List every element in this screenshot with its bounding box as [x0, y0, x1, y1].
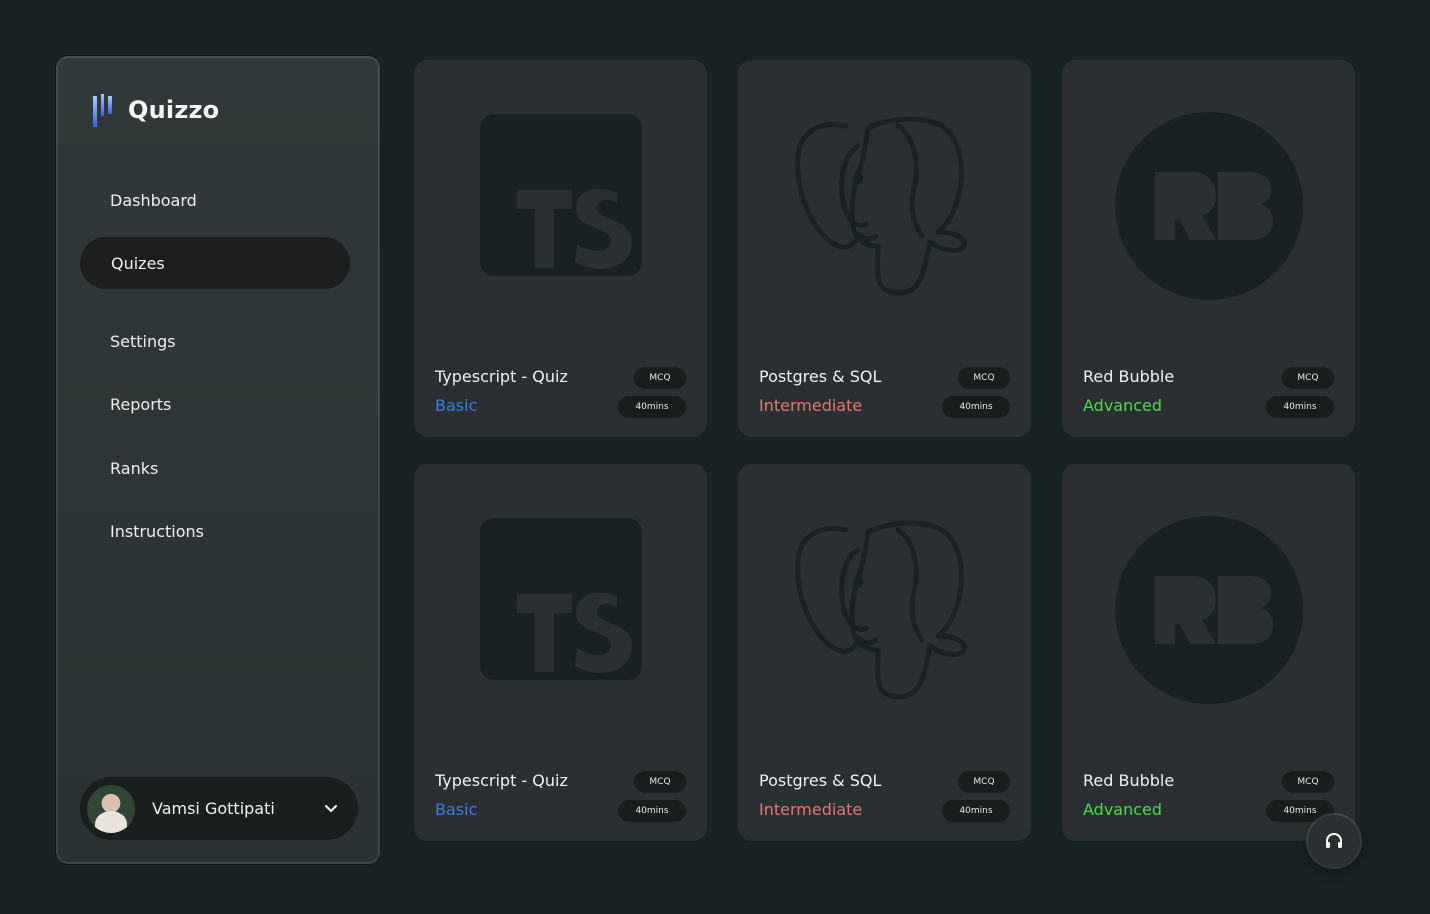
quiz-type-badge: MCQ — [958, 367, 1010, 389]
headset-support-icon — [1326, 832, 1342, 848]
quiz-card-postgres[interactable]: Postgres & SQL Intermediate MCQ 40mins — [738, 60, 1031, 437]
quiz-type-badge: MCQ — [1282, 367, 1334, 389]
quiz-duration-badge: 40mins — [942, 396, 1010, 418]
sidebar-item-reports[interactable]: Reports — [80, 378, 350, 430]
sidebar-item-label: Dashboard — [110, 190, 197, 210]
app-name: Quizzo — [128, 96, 220, 124]
quiz-card-postgres[interactable]: Postgres & SQL Intermediate MCQ 40mins — [738, 464, 1031, 841]
quiz-card-redbubble[interactable]: Red Bubble Advanced MCQ 40mins — [1062, 464, 1355, 841]
quiz-duration-badge: 40mins — [942, 800, 1010, 822]
quiz-type-badge: MCQ — [1282, 771, 1334, 793]
user-menu[interactable]: Vamsi Gottipati — [80, 777, 358, 840]
typescript-logo-icon — [480, 518, 642, 680]
sidebar-item-instructions[interactable]: Instructions — [80, 505, 350, 557]
quiz-level: Basic — [435, 396, 478, 415]
quiz-level: Intermediate — [759, 800, 863, 819]
quiz-level: Advanced — [1083, 800, 1163, 819]
quiz-duration-badge: 40mins — [618, 396, 686, 418]
quiz-card-typescript[interactable]: Typescript - Quiz Basic MCQ 40mins — [414, 464, 707, 841]
sidebar-item-settings[interactable]: Settings — [80, 315, 350, 367]
redbubble-logo-icon — [1115, 112, 1303, 300]
brand[interactable]: Quizzo — [92, 92, 219, 128]
quiz-title: Red Bubble — [1083, 367, 1175, 386]
quiz-card-redbubble[interactable]: Red Bubble Advanced MCQ 40mins — [1062, 60, 1355, 437]
sidebar-item-label: Settings — [110, 331, 176, 351]
quiz-title: Postgres & SQL — [759, 771, 882, 790]
sidebar-item-quizes[interactable]: Quizes — [80, 237, 350, 289]
typescript-logo-icon — [480, 114, 642, 276]
sidebar-item-label: Instructions — [110, 521, 204, 541]
quiz-level: Intermediate — [759, 396, 863, 415]
quiz-level: Advanced — [1083, 396, 1163, 415]
quiz-type-badge: MCQ — [634, 367, 686, 389]
quiz-title: Postgres & SQL — [759, 367, 882, 386]
quiz-duration-badge: 40mins — [1266, 396, 1334, 418]
quiz-card-typescript[interactable]: Typescript - Quiz Basic MCQ 40mins — [414, 60, 707, 437]
support-button[interactable] — [1308, 815, 1360, 867]
sidebar-item-label: Reports — [110, 394, 172, 414]
quiz-type-badge: MCQ — [634, 771, 686, 793]
sidebar-item-ranks[interactable]: Ranks — [80, 442, 350, 494]
avatar — [87, 784, 135, 833]
quiz-title: Typescript - Quiz — [435, 771, 568, 790]
quiz-title: Red Bubble — [1083, 771, 1175, 790]
quiz-duration-badge: 40mins — [618, 800, 686, 822]
postgres-elephant-icon — [795, 116, 967, 296]
sidebar-item-dashboard[interactable]: Dashboard — [80, 174, 350, 226]
user-name: Vamsi Gottipati — [152, 799, 275, 818]
quizzo-logo-icon — [92, 92, 114, 128]
quiz-type-badge: MCQ — [958, 771, 1010, 793]
postgres-elephant-icon — [795, 520, 967, 700]
quiz-level: Basic — [435, 800, 478, 819]
sidebar: Quizzo Dashboard Quizes Settings Reports… — [56, 56, 380, 864]
quiz-title: Typescript - Quiz — [435, 367, 568, 386]
redbubble-logo-icon — [1115, 516, 1303, 704]
sidebar-item-label: Ranks — [110, 458, 159, 478]
sidebar-item-label: Quizes — [111, 253, 165, 273]
chevron-down-icon[interactable] — [324, 804, 338, 814]
